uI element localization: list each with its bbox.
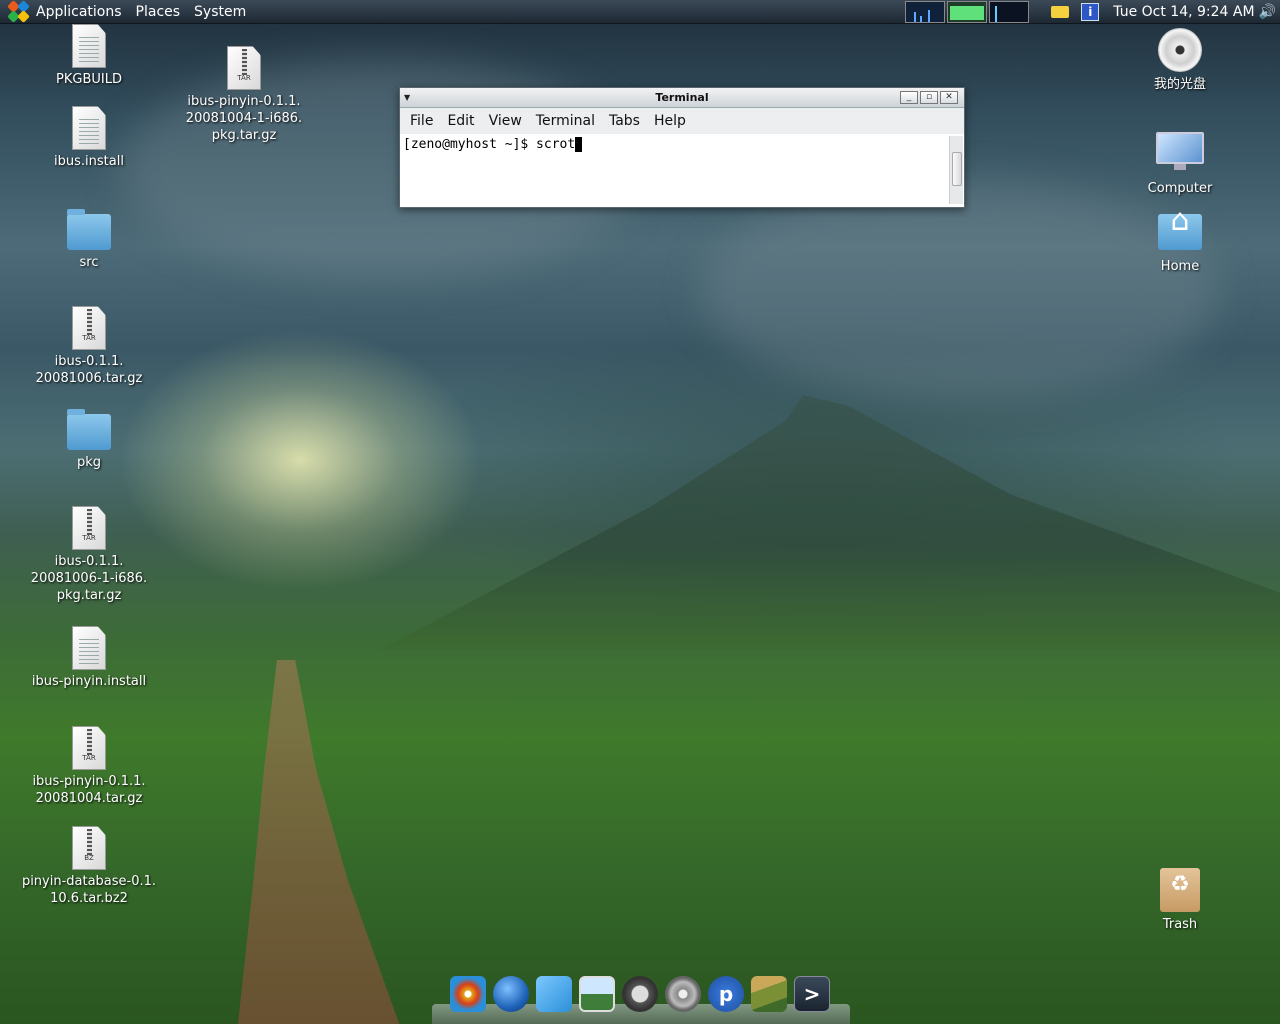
menu-terminal[interactable]: Terminal (536, 113, 595, 129)
desktop-icon-ibus-tar[interactable]: TAR ibus-0.1.1. 20081006.tar.gz (19, 306, 159, 387)
text-file-icon (72, 626, 106, 670)
icon-label: ibus-0.1.1. 20081006.tar.gz (35, 354, 143, 386)
icon-label: Home (1160, 259, 1200, 274)
desktop-icon-trash[interactable]: Trash (1110, 868, 1250, 933)
menu-edit[interactable]: Edit (447, 113, 474, 129)
icon-label: PKGBUILD (56, 72, 122, 87)
trash-icon (1160, 868, 1200, 912)
cpu-monitor-applet[interactable] (905, 1, 946, 23)
menu-applications[interactable]: Applications (36, 4, 122, 20)
desktop-icon-ibus-pkg[interactable]: TAR ibus-0.1.1. 20081006-1-i686. pkg.tar… (19, 506, 159, 604)
icon-label: pinyin-database-0.1. 10.6.tar.bz2 (21, 874, 157, 906)
icon-label: pkg (76, 455, 102, 470)
icon-label: 我的光盘 (1153, 77, 1206, 92)
bz2-archive-icon: BZ (72, 826, 106, 870)
info-icon[interactable]: i (1081, 3, 1100, 21)
icon-label: ibus.install (54, 154, 124, 169)
scrollbar-thumb[interactable] (952, 152, 962, 186)
icon-label: Trash (1162, 917, 1198, 932)
desktop-icon-ibus-install[interactable]: ibus.install (19, 106, 159, 170)
wallpaper-path (238, 660, 400, 1024)
pinwheel-icon[interactable] (450, 976, 486, 1012)
memory-monitor-applet[interactable] (947, 1, 988, 23)
shell-prompt: [zeno@myhost ~]$ scrot (403, 137, 576, 152)
tar-archive-icon: TAR (72, 726, 106, 770)
globe-icon[interactable] (493, 976, 529, 1012)
volume-icon[interactable]: 🔊 (1259, 4, 1276, 20)
photo-viewer-icon[interactable] (579, 976, 615, 1012)
menu-file[interactable]: File (410, 113, 433, 129)
dock: p > (450, 976, 837, 1012)
puzzle-icon[interactable] (536, 976, 572, 1012)
tar-archive-icon: TAR (72, 306, 106, 350)
text-file-icon (72, 24, 106, 68)
menu-system[interactable]: System (194, 4, 246, 20)
terminal-output[interactable]: [zeno@myhost ~]$ scrot (400, 134, 964, 207)
text-file-icon (72, 106, 106, 150)
desktop-icon-computer[interactable]: Computer (1110, 132, 1250, 197)
headphones-icon[interactable] (622, 976, 658, 1012)
icon-label: ibus-0.1.1. 20081006-1-i686. pkg.tar.gz (30, 554, 148, 603)
tar-archive-icon: TAR (72, 506, 106, 550)
film-reel-icon[interactable] (665, 976, 701, 1012)
terminal-menubar: File Edit View Terminal Tabs Help (400, 108, 964, 134)
text-cursor (575, 137, 583, 152)
top-panel: Applications Places System i Tue Oct 14,… (0, 0, 1280, 24)
folder-icon (67, 409, 111, 450)
gnome-foot-icon[interactable] (7, 0, 30, 23)
tar-archive-icon: TAR (227, 46, 261, 90)
network-monitor-applet[interactable] (989, 1, 1030, 23)
desktop-icon-pkg[interactable]: pkg (19, 408, 159, 471)
icon-label: ibus-pinyin.install (31, 674, 147, 689)
icon-label: Computer (1147, 181, 1213, 196)
cd-icon (1158, 28, 1202, 72)
desktop-icon-cd[interactable]: 我的光盘 (1110, 28, 1250, 93)
icon-label: ibus-pinyin-0.1.1. 20081004-1-i686. pkg.… (185, 94, 303, 143)
minimize-button[interactable]: _ (900, 91, 918, 104)
icon-label: ibus-pinyin-0.1.1. 20081004.tar.gz (32, 774, 146, 806)
icon-label: src (79, 255, 99, 270)
desktop-icon-pinyin-database[interactable]: BZ pinyin-database-0.1. 10.6.tar.bz2 (19, 826, 159, 907)
wallpaper-mountain (380, 395, 1280, 650)
folder-icon (67, 209, 111, 250)
terminal-scrollbar[interactable] (949, 136, 963, 204)
books-icon[interactable] (751, 976, 787, 1012)
desktop-icon-ibus-pinyin-pkg[interactable]: TAR ibus-pinyin-0.1.1. 20081004-1-i686. … (174, 46, 314, 144)
desktop-icon-ibus-pinyin-tar[interactable]: TAR ibus-pinyin-0.1.1. 20081004.tar.gz (19, 726, 159, 807)
terminal-window[interactable]: ▼ Terminal _ ▫ ✕ File Edit View Terminal… (399, 87, 965, 208)
terminal-icon[interactable]: > (794, 976, 830, 1012)
menu-view[interactable]: View (489, 113, 522, 129)
desktop-icon-ibus-pinyin-install[interactable]: ibus-pinyin.install (19, 626, 159, 690)
menu-tabs[interactable]: Tabs (609, 113, 640, 129)
clock[interactable]: Tue Oct 14, 9:24 AM (1113, 4, 1254, 20)
window-title: Terminal (655, 91, 709, 104)
desktop-icon-home[interactable]: Home (1110, 210, 1250, 275)
folder-notify-icon[interactable] (1051, 6, 1070, 18)
menu-places[interactable]: Places (136, 4, 181, 20)
maximize-button[interactable]: ▫ (920, 91, 938, 104)
menu-help[interactable]: Help (654, 113, 686, 129)
desktop-icon-pkgbuild[interactable]: PKGBUILD (19, 24, 159, 88)
computer-icon (1156, 132, 1204, 172)
desktop-icon-src[interactable]: src (19, 208, 159, 271)
close-button[interactable]: ✕ (940, 91, 958, 104)
home-folder-icon (1158, 212, 1202, 250)
pidgin-icon[interactable]: p (708, 976, 744, 1012)
window-titlebar[interactable]: ▼ Terminal _ ▫ ✕ (400, 88, 964, 108)
